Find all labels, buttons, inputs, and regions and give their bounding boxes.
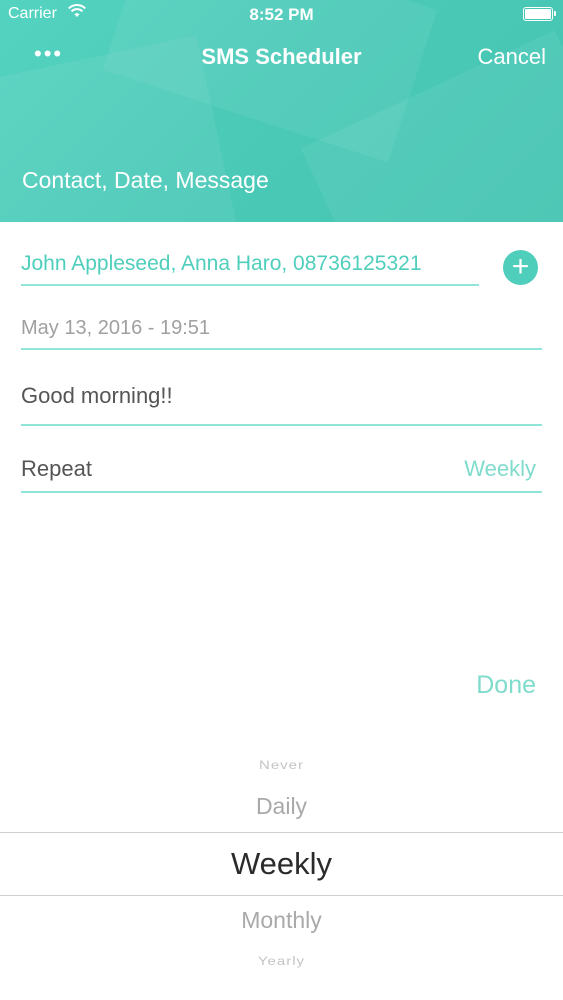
battery-icon — [523, 7, 556, 21]
picker-option[interactable]: Never — [0, 759, 563, 773]
picker-option[interactable]: Daily — [0, 793, 563, 820]
message-underline — [21, 424, 542, 426]
picker-option[interactable]: Monthly — [0, 907, 563, 934]
add-contact-button[interactable]: + — [503, 250, 538, 285]
datetime-field[interactable]: May 13, 2016 - 19:51 — [21, 317, 210, 340]
header-banner: Carrier 8:52 PM ••• SMS Scheduler Cancel… — [0, 0, 563, 222]
picker-selection-bottom-line — [0, 895, 563, 896]
repeat-label: Repeat — [21, 456, 92, 481]
plus-icon: + — [511, 250, 530, 283]
picker-option-selected[interactable]: Weekly — [0, 846, 563, 882]
message-field[interactable]: Good morning!! — [21, 383, 173, 409]
datetime-underline — [21, 348, 542, 350]
cancel-button[interactable]: Cancel — [478, 44, 546, 70]
status-bar: Carrier 8:52 PM — [0, 0, 563, 30]
navigation-bar: ••• SMS Scheduler Cancel — [0, 38, 563, 78]
picker-option[interactable]: Yearly — [0, 955, 563, 969]
recipients-field[interactable]: John Appleseed, Anna Haro, 08736125321 — [21, 252, 481, 276]
picker-selection-top-line — [0, 832, 563, 833]
done-button[interactable]: Done — [476, 671, 536, 700]
header-subtitle: Contact, Date, Message — [22, 167, 269, 193]
status-time: 8:52 PM — [249, 5, 314, 24]
repeat-underline — [21, 491, 542, 493]
repeat-picker[interactable]: Never Daily Weekly Monthly Yearly — [0, 740, 563, 1000]
repeat-value[interactable]: Weekly — [464, 456, 536, 482]
recipients-underline — [21, 284, 479, 286]
